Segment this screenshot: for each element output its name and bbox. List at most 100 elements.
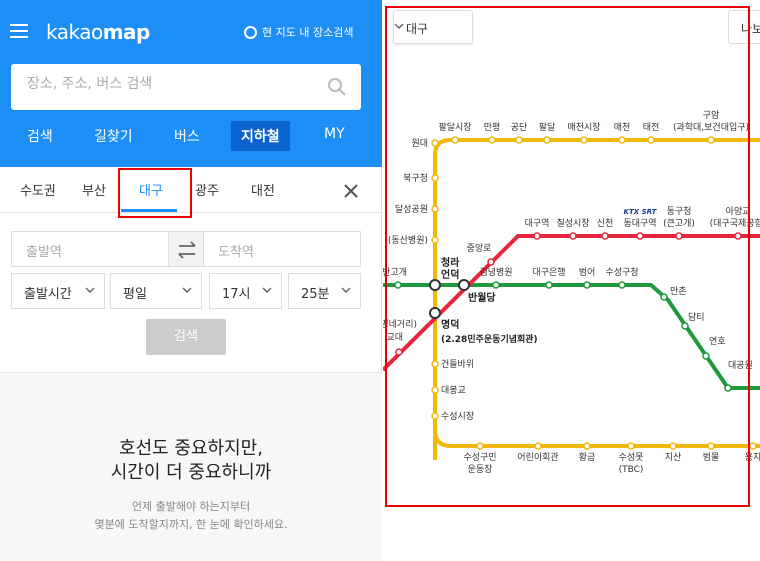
transfer-label: 명덕 [441, 318, 459, 331]
chevron-down-icon [394, 23, 404, 30]
station-label: 태전 [643, 122, 660, 133]
station-label: 수성시장 [441, 411, 474, 422]
radio-icon[interactable] [244, 25, 257, 39]
station-label: 칠성시장 [556, 218, 589, 229]
station-label: 팔달시장 [438, 121, 471, 133]
search-icon[interactable] [327, 77, 347, 97]
station-label: 매천시장 [567, 122, 600, 133]
menu-icon[interactable] [10, 24, 28, 38]
station-label: 대구역 [525, 218, 550, 229]
tab-search[interactable]: 검색 [27, 126, 53, 146]
station-label: (TBC) [619, 465, 644, 475]
ktx-srt-logo: KTX SRT [624, 208, 658, 216]
station-label: 지산 [665, 452, 682, 463]
station-label: (계명네거리) [383, 318, 417, 330]
line2 [383, 283, 760, 390]
day-select[interactable]: 평일 [110, 273, 202, 309]
station-label: 김녕병원 [479, 266, 512, 278]
station-label: 반고개 [383, 267, 407, 278]
station-label: 담티 [688, 311, 705, 323]
station-label: 만촌 [670, 286, 687, 297]
map-option-button[interactable]: 나보 [728, 10, 760, 44]
departure-station-input[interactable]: 출발역 [11, 231, 169, 267]
station-label: 대공원 [728, 360, 753, 371]
station-label: 연호 [709, 336, 726, 347]
station-label: (과학대,보건대입구) [673, 121, 749, 133]
station-label: 매천 [614, 122, 631, 133]
station-label: 어린이회관 [517, 452, 558, 463]
chevron-down-icon [182, 287, 192, 294]
logo[interactable]: kakaomap [46, 20, 150, 44]
sidebar-panel: kakaomap 현 지도 내 장소검색 검색 길찾기 버스 지하철 MY 수도… [0, 0, 382, 561]
station-label: 운동장 [468, 464, 493, 475]
station-label: 용지 [745, 452, 760, 463]
swap-button[interactable] [168, 231, 204, 267]
map-city-select[interactable]: 대구 [393, 10, 473, 44]
station-label: 대구은행 [532, 266, 565, 278]
promo-title: 호선도 중요하지만, 시간이 더 중요하니까 [0, 437, 382, 485]
line3-bottom [433, 290, 760, 448]
chevron-down-icon [341, 287, 351, 294]
time-type-value: 출발시간 [24, 287, 72, 302]
station-label: 공단 [511, 122, 528, 133]
transfer-label: 반월당 [468, 291, 496, 304]
city-tab-seoul[interactable]: 수도권 [20, 180, 56, 199]
station-label: 수성구민 [463, 452, 496, 463]
tab-bus[interactable]: 버스 [174, 126, 200, 146]
day-value: 평일 [123, 287, 147, 302]
route-search-button[interactable]: 검색 [146, 319, 226, 355]
map-city-value: 대구 [406, 22, 429, 36]
chevron-down-icon [85, 287, 95, 294]
search-box [11, 64, 361, 110]
tab-my[interactable]: MY [324, 126, 345, 142]
chevron-down-icon [262, 287, 272, 294]
station-label: 달성공원 [395, 203, 428, 215]
city-tab-gwangju[interactable]: 광주 [195, 180, 219, 199]
transfer-label: 언덕 [441, 268, 459, 281]
station-label: (큰고개) [663, 218, 695, 229]
station-label: 북구청 [403, 173, 428, 184]
subway-map[interactable]: 팔달시장 만평 공단 팔달 매천시장 매천 태전 구암 (과학대,보건대입구) … [383, 0, 760, 561]
hour-value: 17시 [222, 287, 251, 302]
station-label: 수성못 [619, 452, 644, 463]
nearby-search-label: 현 지도 내 장소검색 [262, 26, 354, 39]
time-type-select[interactable]: 출발시간 [11, 273, 105, 309]
station-label: 황금 [579, 452, 596, 463]
search-input[interactable] [27, 76, 317, 92]
tab-subway[interactable]: 지하철 [231, 121, 290, 151]
promo-sub-line1: 언제 출발해야 하는지부터 [131, 500, 251, 513]
station-label: 구암 [703, 109, 720, 121]
transfer-label: (2.28민주운동기념회관) [441, 333, 538, 345]
station-label: 수성구청 [605, 267, 638, 278]
transfer-label: 청라 [441, 256, 460, 269]
top-bar: kakaomap 현 지도 내 장소검색 검색 길찾기 버스 지하철 MY [0, 0, 382, 167]
minute-select[interactable]: 25분 [288, 273, 361, 309]
highlight-box [118, 168, 192, 218]
promo-subtitle: 언제 출발해야 하는지부터 몇분에 도착할지까지, 한 눈에 확인하세요. [0, 498, 382, 534]
station-label: 아양교 [726, 206, 751, 217]
arrival-station-input[interactable]: 도착역 [203, 231, 361, 267]
close-icon[interactable] [343, 183, 359, 199]
tab-directions[interactable]: 길찾기 [94, 126, 133, 146]
promo-title-line1: 호선도 중요하지만, [119, 438, 263, 459]
subway-map-canvas: 팔달시장 만평 공단 팔달 매천시장 매천 태전 구암 (과학대,보건대입구) … [383, 109, 760, 475]
city-tab-busan[interactable]: 부산 [82, 180, 106, 199]
station-label: 건들바위 [441, 359, 474, 370]
station-label: 동대구역 [623, 218, 656, 229]
minute-value: 25분 [301, 287, 330, 302]
city-tab-daejeon[interactable]: 대전 [251, 180, 275, 199]
station-label: 신천 [597, 218, 614, 229]
hour-select[interactable]: 17시 [209, 273, 282, 309]
station-label: 만평 [484, 122, 501, 133]
station-label: (동산병원) [388, 235, 428, 246]
promo-sub-line2: 몇분에 도착할지까지, 한 눈에 확인하세요. [94, 518, 288, 531]
nearby-search-toggle[interactable]: 현 지도 내 장소검색 [244, 24, 353, 40]
station-label: 범어 [579, 267, 596, 278]
station-label: 팔달 [539, 121, 556, 133]
station-label: 교대 [386, 332, 403, 343]
station-labels: 팔달시장 만평 공단 팔달 매천시장 매천 태전 구암 (과학대,보건대입구) … [383, 109, 760, 475]
swap-icon [178, 241, 196, 259]
station-label: 범물 [703, 452, 720, 463]
station-label: 원대 [411, 138, 428, 149]
nav-tabs: 검색 길찾기 버스 지하철 MY [0, 121, 382, 156]
